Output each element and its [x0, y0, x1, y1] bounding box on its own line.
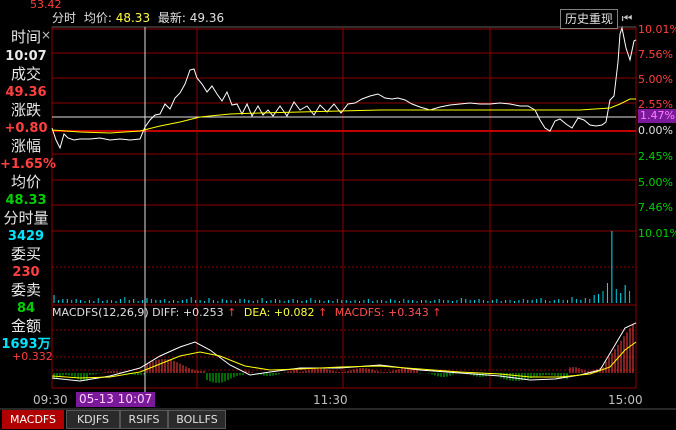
macdfs-arrow-icon: ↑ [432, 306, 442, 319]
scale-down-3: 7.46% [638, 201, 673, 214]
macd-title: MACDFS(12,26,9) [52, 306, 149, 319]
avg-label: 均价 [10, 173, 41, 191]
time-end: 15:00 [608, 393, 643, 407]
pct-label: 涨幅 [10, 137, 41, 155]
price-panel-frame [51, 26, 637, 306]
ask-label: 委卖 [10, 281, 41, 299]
tab-kdjfs[interactable]: KDJFS [66, 410, 120, 429]
trade-value: 49.36 [5, 85, 47, 100]
scale-down-1: 2.45% [638, 150, 673, 163]
avg-price-line [51, 98, 636, 134]
scale-up-2: 7.56% [638, 48, 673, 61]
macdfs-value: +0.343 [388, 306, 429, 319]
diff-value: +0.253 [182, 306, 224, 319]
minute-volume-value: 3429 [7, 229, 45, 244]
minute-volume-label: 分时量 [3, 209, 49, 227]
diff-label: DIFF: [152, 306, 180, 319]
tab-bollfs[interactable]: BOLLFS [168, 410, 226, 429]
last-price-value: 49.36 [189, 11, 225, 25]
cursor-time-badge: 05-13 10:07 [76, 392, 156, 407]
bid-label: 委买 [10, 245, 41, 263]
change-value: +0.80 [4, 121, 48, 136]
collapse-icon[interactable]: ⏮ [618, 9, 636, 27]
macdfs-label: MACDFS: [334, 306, 385, 319]
scale-up-1: 10.01% [638, 23, 676, 36]
avg-price-value: 48.33 [115, 11, 151, 25]
amount-label: 金额 [10, 317, 41, 335]
avg-value: 48.33 [5, 193, 47, 208]
dea-arrow-icon: ↑ [318, 306, 328, 319]
change-label: 涨跌 [10, 101, 41, 119]
last-price-label: 最新: [157, 11, 186, 25]
close-icon[interactable]: × [41, 28, 51, 42]
dea-line [51, 341, 637, 379]
time-start: 09:30 [33, 393, 68, 407]
trade-label: 成交 [10, 65, 41, 83]
time-mid: 11:30 [313, 393, 348, 407]
dea-value: +0.082 [273, 306, 315, 319]
volume-scale-top: 10.01% [638, 227, 676, 240]
bid-value: 230 [12, 265, 40, 280]
time-value: 10:07 [5, 49, 47, 64]
cursor-pct-badge: 1.47% [638, 109, 676, 123]
scale-up-3: 5.00% [638, 73, 673, 86]
pct-value: +1.65% [0, 157, 56, 172]
chart-header: 分时 均价: 48.33 最新: 49.36 [52, 9, 224, 27]
tab-rsifs[interactable]: RSIFS [120, 410, 168, 429]
macd-header: MACDFS(12,26,9) DIFF: +0.253 ↑ DEA: +0.0… [52, 306, 441, 320]
diff-arrow-icon: ↑ [227, 306, 237, 319]
tab-macdfs[interactable]: MACDFS [2, 410, 64, 429]
avg-price-label: 均价: [83, 11, 112, 25]
top-price-label: 53.42 [30, 0, 62, 11]
intraday-chart[interactable] [0, 0, 676, 430]
macd-axis-value: +0.332 [12, 350, 53, 363]
mode-label: 分时 [52, 11, 77, 25]
dea-label: DEA: [243, 306, 271, 319]
ask-value: 84 [16, 301, 36, 316]
scale-zero: 0.00% [638, 124, 673, 137]
scale-down-2: 5.00% [638, 176, 673, 189]
history-replay-button[interactable]: 历史重现 [560, 9, 618, 29]
